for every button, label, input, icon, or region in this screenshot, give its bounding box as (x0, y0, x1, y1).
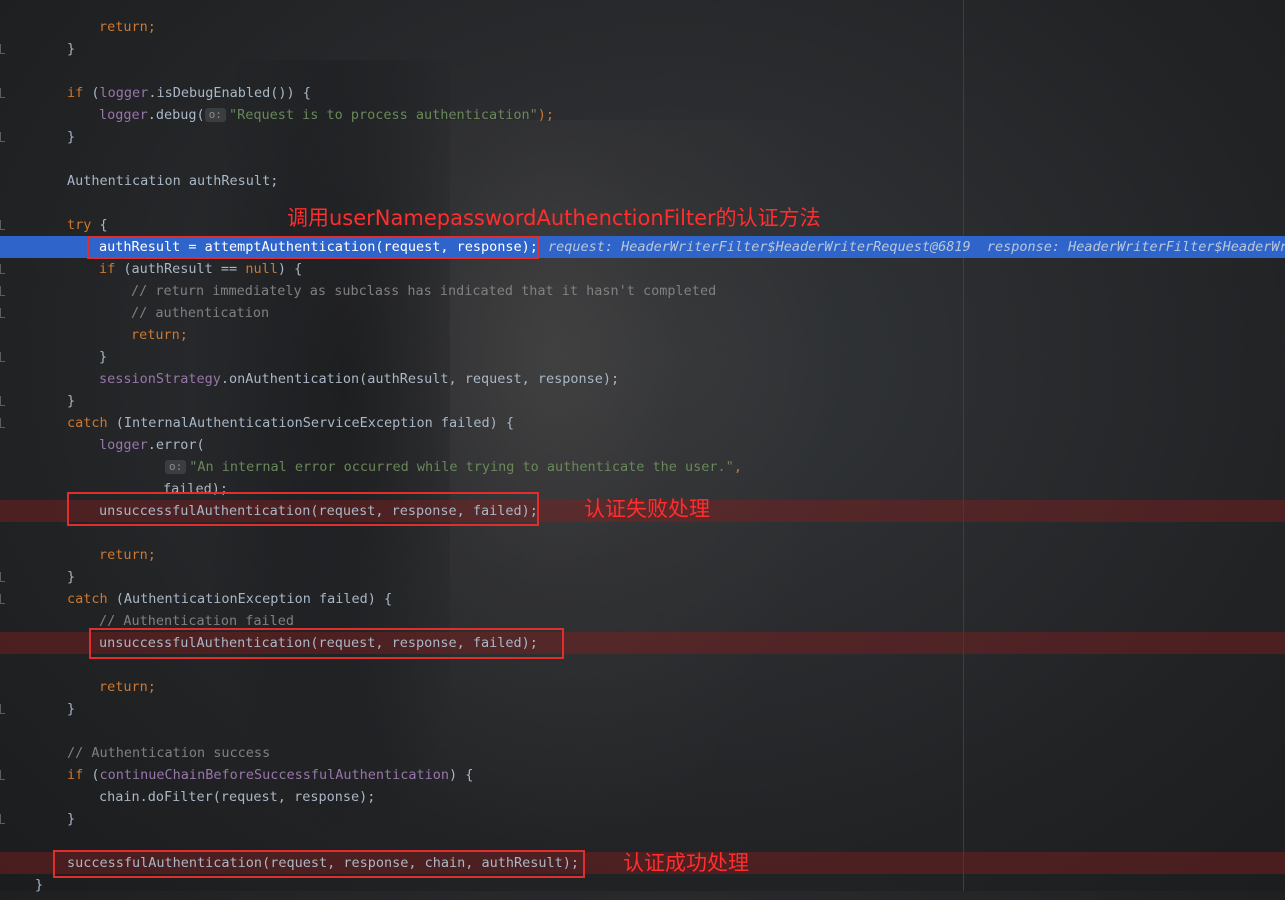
code-line[interactable]: if (logger.isDebugEnabled()) { (0, 82, 1285, 104)
code-line[interactable]: chain.doFilter(request, response); (0, 786, 1285, 808)
annotation-failure: 认证失败处理 (584, 497, 710, 521)
code-text: logger.error( (99, 434, 205, 456)
keyword: try (67, 217, 92, 233)
keyword: return; (99, 19, 156, 35)
code-line[interactable]: } (0, 38, 1285, 60)
code-line[interactable]: Authentication authResult; (0, 170, 1285, 192)
code-text: if (logger.isDebugEnabled()) { (67, 82, 311, 104)
code-text: sessionStrategy.onAuthentication(authRes… (99, 368, 619, 390)
string-literal: "Request is to process authentication" (228, 107, 538, 123)
debug-inline-values: request: HeaderWriterFilter$HeaderWriter… (548, 239, 1285, 255)
code-text: ); (537, 107, 555, 123)
code-text: if (continueChainBeforeSuccessfulAuthent… (67, 764, 473, 786)
code-text: } (99, 349, 108, 365)
code-text: o: "An internal error occurred while tryi… (165, 456, 742, 478)
field-name: logger (99, 437, 148, 453)
code-text: .error( (147, 437, 205, 453)
code-line[interactable]: return; (0, 16, 1285, 38)
field-name: continueChainBeforeSuccessfulAuthenticat… (99, 767, 450, 783)
code-line[interactable]: if (continueChainBeforeSuccessfulAuthent… (0, 764, 1285, 786)
comment: // return immediately as subclass has in… (131, 283, 717, 299)
code-text: ( (83, 767, 100, 783)
code-text: } (67, 569, 76, 585)
code-text: } (67, 41, 76, 57)
code-line[interactable]: // return immediately as subclass has in… (0, 280, 1285, 302)
code-text: catch (AuthenticationException failed) { (67, 588, 392, 610)
code-line[interactable]: } (0, 126, 1285, 148)
code-text: ( (83, 85, 100, 101)
code-text: ) { (449, 767, 474, 783)
code-text: Authentication authResult; (67, 173, 279, 189)
code-line[interactable]: } (0, 346, 1285, 368)
code-line[interactable]: return; (0, 676, 1285, 698)
code-line[interactable]: return; (0, 544, 1285, 566)
code-text: } (67, 811, 76, 827)
code-line[interactable]: } (0, 566, 1285, 588)
code-line[interactable]: logger.error( (0, 434, 1285, 456)
keyword: return; (99, 547, 156, 563)
code-line[interactable]: logger.debug(o: "Request is to process au… (0, 104, 1285, 126)
code-line[interactable]: o: "An internal error occurred while tryi… (0, 456, 1285, 478)
code-line[interactable]: // authentication (0, 302, 1285, 324)
keyword: if (99, 261, 116, 277)
parameter-hint: o: (165, 460, 187, 474)
keyword: catch (67, 591, 108, 607)
code-text: } (67, 129, 76, 145)
code-text: catch (InternalAuthenticationServiceExce… (67, 412, 514, 434)
code-text: .debug( (147, 107, 205, 123)
code-text: } (35, 877, 44, 893)
parameter-hint: o: (204, 108, 226, 122)
keyword: null (245, 261, 278, 277)
code-text: } (67, 701, 76, 717)
keyword: if (67, 767, 84, 783)
code-line[interactable]: catch (AuthenticationException failed) { (0, 588, 1285, 610)
keyword: return; (131, 327, 188, 343)
code-text: (InternalAuthenticationServiceException … (107, 415, 515, 431)
code-text: (authResult == (115, 261, 246, 277)
keyword: if (67, 85, 84, 101)
annotation-success: 认证成功处理 (623, 851, 749, 875)
code-text: .isDebugEnabled()) { (148, 85, 311, 101)
code-text: , (733, 459, 742, 475)
highlight-box-attempt (87, 236, 539, 259)
code-line[interactable]: sessionStrategy.onAuthentication(authRes… (0, 368, 1285, 390)
code-line[interactable]: return; (0, 324, 1285, 346)
code-line[interactable]: catch (InternalAuthenticationServiceExce… (0, 412, 1285, 434)
code-line[interactable]: } (0, 698, 1285, 720)
code-editor[interactable]: return; } if (logger.isDebugEnabled()) {… (0, 0, 1285, 893)
code-line[interactable]: if (authResult == null) { (0, 258, 1285, 280)
string-literal: "An internal error occurred while trying… (189, 459, 734, 475)
code-text: } (67, 393, 76, 409)
code-line[interactable]: } (0, 390, 1285, 412)
field-name: logger (99, 85, 149, 101)
annotation-attempt: 调用userNamepasswordAuthenctionFilter的认证方法 (287, 206, 821, 230)
highlight-box-failure-1 (67, 492, 539, 526)
code-text: .onAuthentication(authResult, request, r… (220, 371, 620, 387)
highlight-box-success (53, 850, 585, 878)
field-name: sessionStrategy (99, 371, 221, 387)
code-text: chain.doFilter(request, response); (99, 789, 376, 805)
comment: // authentication (131, 305, 270, 321)
code-text: logger.debug(o: "Request is to process au… (99, 104, 554, 126)
comment: // Authentication success (67, 745, 271, 761)
highlight-box-failure-2 (89, 628, 564, 659)
keyword: catch (67, 415, 108, 431)
code-text: if (authResult == null) { (99, 258, 302, 280)
code-line[interactable]: // Authentication success (0, 742, 1285, 764)
code-text: (AuthenticationException failed) { (107, 591, 393, 607)
code-line[interactable]: } (0, 808, 1285, 830)
keyword: return; (99, 679, 156, 695)
field-name: logger (99, 107, 148, 123)
code-text: ) { (277, 261, 303, 277)
code-text: { (91, 217, 108, 233)
code-text: try { (67, 214, 108, 236)
